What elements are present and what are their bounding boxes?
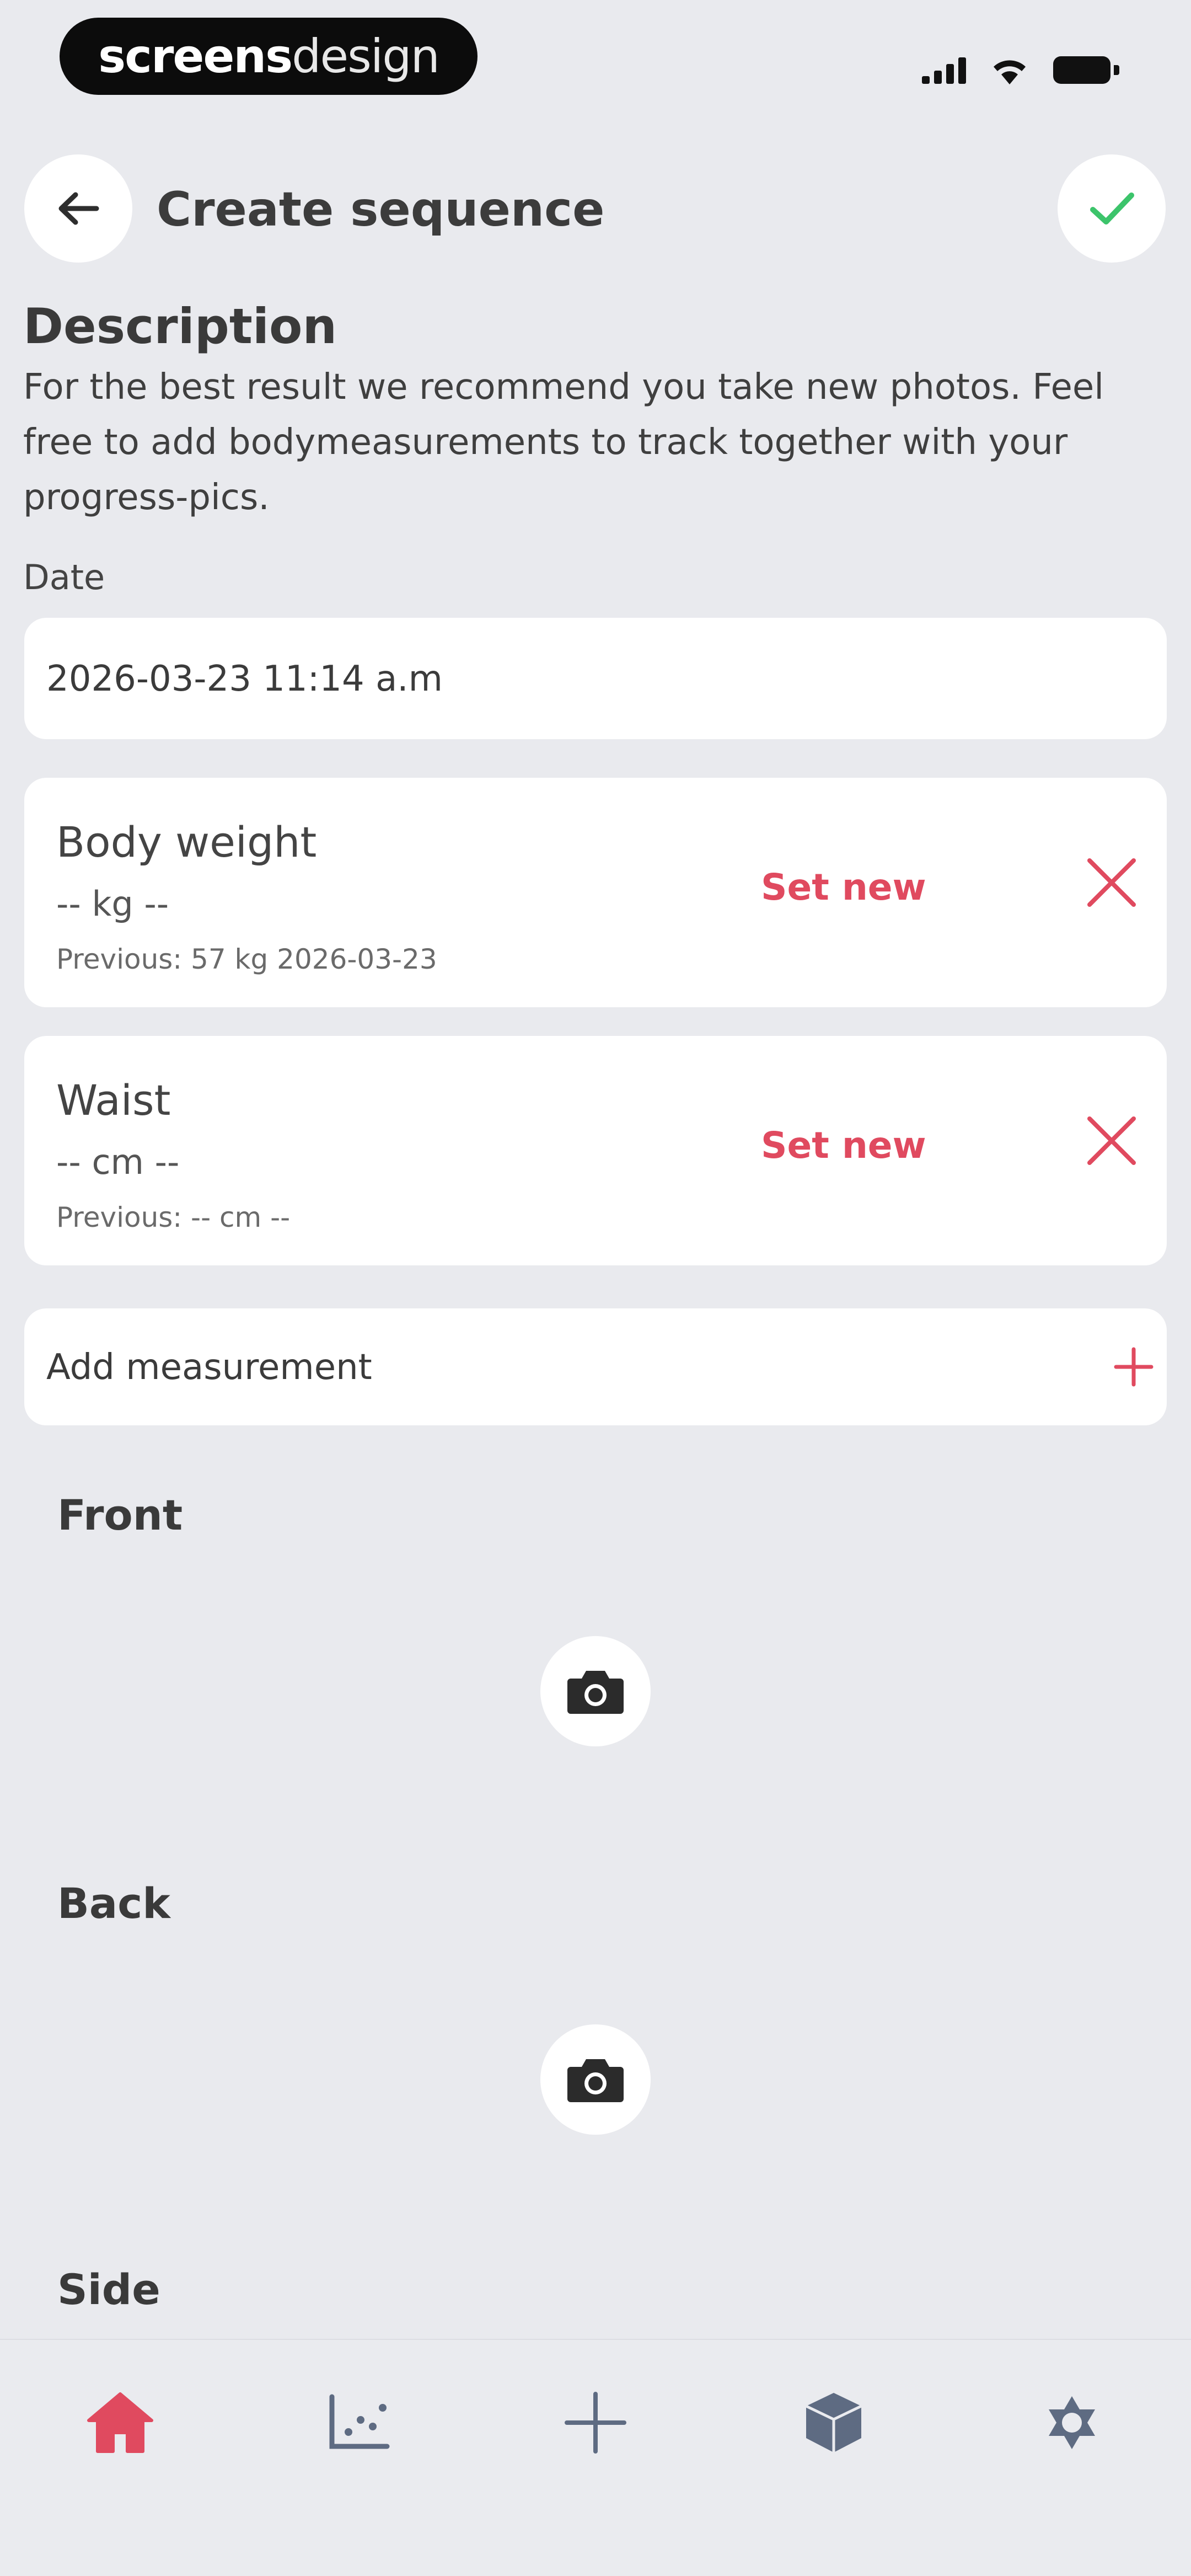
settings-icon [1049,2396,1095,2449]
brand-logo: screens design [60,18,478,95]
add-measurement-button[interactable]: Add measurement [24,1308,1167,1425]
measurement-value: -- cm -- [56,1142,180,1182]
create-sequence-screen: screens design Create sequence Descriptio… [0,0,1191,2576]
wifi-icon [994,60,1026,84]
set-new-button[interactable]: Set new [761,866,926,908]
tab-add[interactable] [551,2379,640,2467]
signal-icon [922,56,966,84]
measurement-previous: Previous: 57 kg 2026-03-23 [56,943,437,975]
date-label: Date [23,557,105,597]
brand-logo-light: design [292,29,440,83]
camera-button-front[interactable] [540,1636,651,1746]
measurement-title: Waist [56,1076,171,1125]
tab-bar [0,2339,1191,2576]
camera-button-back[interactable] [540,2024,651,2135]
photo-label-front: Front [57,1490,183,1540]
plus-icon [565,2392,626,2454]
close-icon[interactable] [1082,853,1141,912]
measurement-value: -- kg -- [56,884,169,924]
camera-icon [567,2059,624,2102]
battery-icon [1053,56,1119,84]
photo-label-back: Back [57,1879,170,1928]
camera-icon [567,1671,624,1714]
chart-icon [329,2394,390,2449]
description-text: For the best result we recommend you tak… [23,367,1104,518]
checkmark-icon [1090,193,1134,225]
measurement-title: Body weight [56,817,317,867]
measurement-card-body-weight: Body weight -- kg -- Previous: 57 kg 202… [24,778,1167,1007]
page-title: Create sequence [157,182,605,237]
measurement-card-waist: Waist -- cm -- Previous: -- cm -- Set ne… [24,1036,1167,1265]
tab-library[interactable] [790,2379,878,2467]
status-bar: screens design [0,0,1191,121]
tab-home[interactable] [76,2379,164,2467]
plus-icon [1114,1347,1154,1387]
back-button[interactable] [24,154,132,263]
close-icon[interactable] [1082,1111,1141,1171]
home-icon [87,2392,153,2453]
measurement-previous: Previous: -- cm -- [56,1201,291,1233]
set-new-button[interactable]: Set new [761,1124,926,1167]
confirm-button[interactable] [1058,154,1166,263]
tab-settings[interactable] [1028,2379,1116,2467]
arrow-left-icon [58,192,99,225]
date-value: 2026-03-23 11:14 a.m [46,659,443,699]
photo-label-side: Side [57,2265,160,2314]
brand-logo-bold: screens [98,29,293,83]
cube-icon [805,2393,862,2452]
tab-progress[interactable] [314,2379,403,2467]
status-icons [922,51,1119,89]
description-heading: Description [23,298,337,355]
date-field[interactable]: 2026-03-23 11:14 a.m [24,618,1167,739]
add-measurement-label: Add measurement [46,1347,372,1388]
